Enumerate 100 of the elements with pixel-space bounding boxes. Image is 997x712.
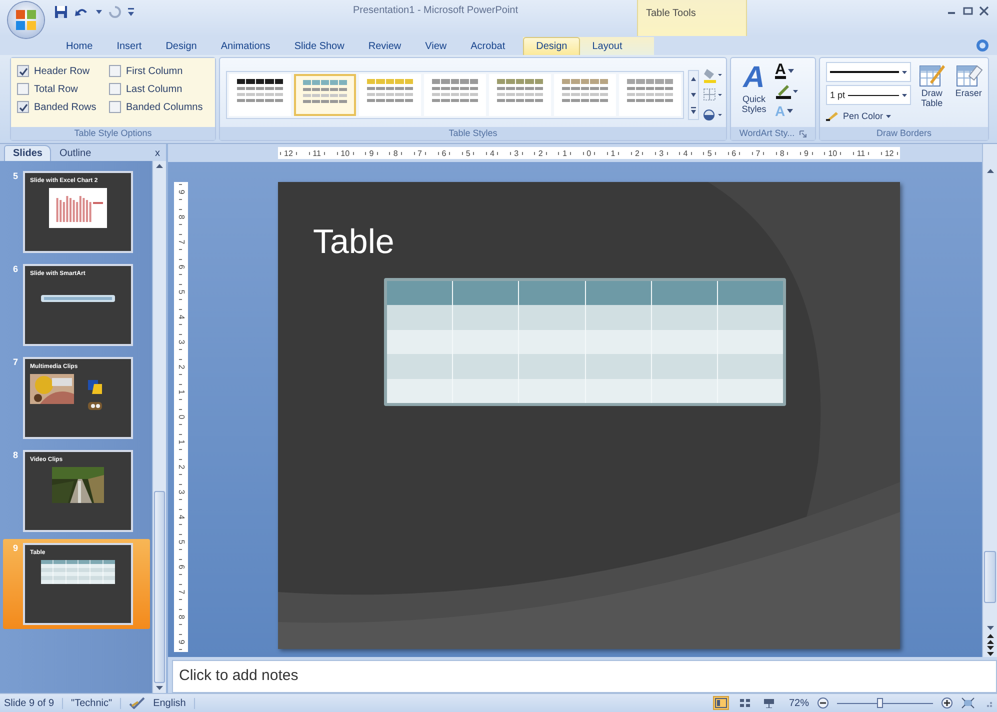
checkbox[interactable] [109, 65, 121, 77]
table-style-swatch[interactable] [229, 74, 291, 116]
close-button[interactable]: x [155, 145, 160, 161]
notes-field[interactable]: Click to add notes [172, 660, 997, 693]
ruler-number: 3 [659, 148, 664, 158]
caret-icon[interactable] [96, 10, 102, 14]
checkbox[interactable] [17, 101, 29, 113]
ribbon-tab[interactable]: Home [54, 37, 105, 55]
zoom-level[interactable]: 72% [784, 698, 809, 708]
ruler-number: 10 [828, 148, 838, 158]
ribbon-tab[interactable]: Insert [104, 37, 154, 55]
ruler-number: 3 [177, 490, 185, 494]
window-title: Presentation1 - Microsoft PowerPoint [352, 5, 518, 16]
table-style-swatch[interactable] [619, 74, 681, 116]
text-outline-button[interactable] [775, 82, 799, 100]
slide-number: 9 [12, 543, 18, 553]
table-style-swatch[interactable] [489, 74, 551, 116]
ruler-number: 9 [177, 190, 185, 194]
pane-tab[interactable]: Slides [4, 145, 52, 161]
table-style-swatch[interactable] [424, 74, 486, 116]
ruler-number: 8 [393, 148, 398, 158]
ruler-number: 9 [177, 640, 185, 644]
checkbox[interactable] [109, 83, 121, 95]
ruler-number: 12 [284, 148, 293, 158]
checkbox-label: Banded Rows [34, 102, 96, 112]
group-label: Draw Borders [820, 127, 988, 140]
pen-weight-dropdown[interactable]: 1 pt [826, 85, 911, 105]
caret-icon [902, 94, 907, 96]
maximize-icon[interactable] [963, 6, 973, 16]
scrollbar[interactable] [982, 144, 997, 657]
ruler-number: 8 [177, 214, 185, 220]
ruler-number: 6 [732, 148, 736, 158]
theme-name: "Technic" [71, 698, 122, 708]
slide-number: 6 [12, 264, 18, 274]
normal-view-button[interactable] [712, 696, 729, 710]
ribbon-tab[interactable]: Acrobat [458, 37, 518, 55]
checkbox[interactable] [17, 65, 29, 77]
zoom-in-icon[interactable] [941, 697, 953, 709]
save-icon[interactable] [54, 5, 68, 19]
pen-color-button[interactable]: Pen Color [826, 108, 911, 124]
ruler-number: 6 [442, 148, 446, 158]
ribbon-tab[interactable]: Animations [208, 37, 282, 55]
group-label: Table Style Options [11, 127, 215, 140]
ruler-number: 7 [177, 240, 185, 244]
ribbon-tab[interactable]: Slide Show [282, 37, 356, 55]
ribbon-tab[interactable]: View [413, 37, 459, 55]
fit-to-window-icon[interactable] [961, 697, 975, 709]
table-style-swatch[interactable] [294, 74, 356, 116]
eraser-button[interactable]: Eraser [953, 62, 984, 127]
checkbox-label: Last Column [126, 84, 182, 94]
film-icon [88, 402, 102, 410]
group-label: WordArt Sty... [739, 127, 795, 140]
ruler-number: 1 [562, 148, 567, 158]
ruler-number: 4 [683, 148, 688, 158]
ribbon-tab[interactable]: Design [154, 37, 209, 55]
ribbon-tab[interactable]: Layout [580, 37, 634, 55]
table-style-swatch[interactable] [554, 74, 616, 116]
customize-icon[interactable] [128, 8, 134, 16]
zoom-out-icon[interactable] [817, 697, 829, 709]
ruler-number: 10 [340, 148, 350, 158]
ruler-number: 7 [177, 590, 185, 594]
text-fill-button[interactable]: A [775, 62, 799, 80]
slide-number: 7 [12, 357, 18, 367]
scroll-thumb[interactable] [154, 491, 165, 683]
scrollbar[interactable] [152, 161, 166, 693]
slide-table[interactable] [384, 278, 786, 406]
ruler-number: 8 [780, 148, 784, 158]
help-icon[interactable] [976, 39, 989, 52]
ruler-number: 5 [466, 148, 470, 158]
dialog-launcher-icon[interactable] [798, 130, 807, 138]
slide-counter: Slide 9 of 9 [4, 698, 64, 708]
ruler-number: 2 [634, 148, 640, 158]
ruler-number: 2 [538, 148, 543, 158]
table-pencil-icon [918, 62, 946, 88]
ruler-number: 11 [856, 148, 866, 158]
checkbox[interactable] [17, 83, 29, 95]
ribbon-tab[interactable]: Review [356, 37, 414, 55]
ruler-number: 9 [369, 148, 374, 158]
caret-icon [902, 70, 907, 74]
ruler-number: 2 [177, 464, 185, 470]
ruler-number: 0 [177, 414, 185, 420]
quick-styles-button[interactable]: A Quick Styles [735, 62, 773, 127]
ruler-number: 7 [756, 148, 760, 158]
zoom-slider-thumb[interactable] [877, 698, 884, 708]
ruler-number: 1 [177, 390, 185, 394]
pane-tab[interactable]: Outline [51, 145, 100, 161]
checkbox[interactable] [109, 101, 121, 113]
office-logo-icon [13, 7, 39, 33]
ribbon-tab[interactable]: Design [523, 37, 580, 55]
spelling-icon[interactable] [129, 697, 146, 709]
ruler-number: 1 [177, 440, 185, 444]
close-icon[interactable] [979, 6, 989, 16]
ruler-number: 6 [177, 264, 185, 270]
scroll-thumb[interactable] [984, 551, 996, 603]
table-style-swatch[interactable] [359, 74, 421, 116]
ruler-number: 6 [177, 564, 185, 570]
draw-table-button[interactable]: Draw Table [916, 62, 948, 127]
ruler-number: 8 [177, 614, 185, 620]
office-button[interactable] [8, 2, 44, 38]
pen-style-dropdown[interactable] [826, 62, 911, 82]
